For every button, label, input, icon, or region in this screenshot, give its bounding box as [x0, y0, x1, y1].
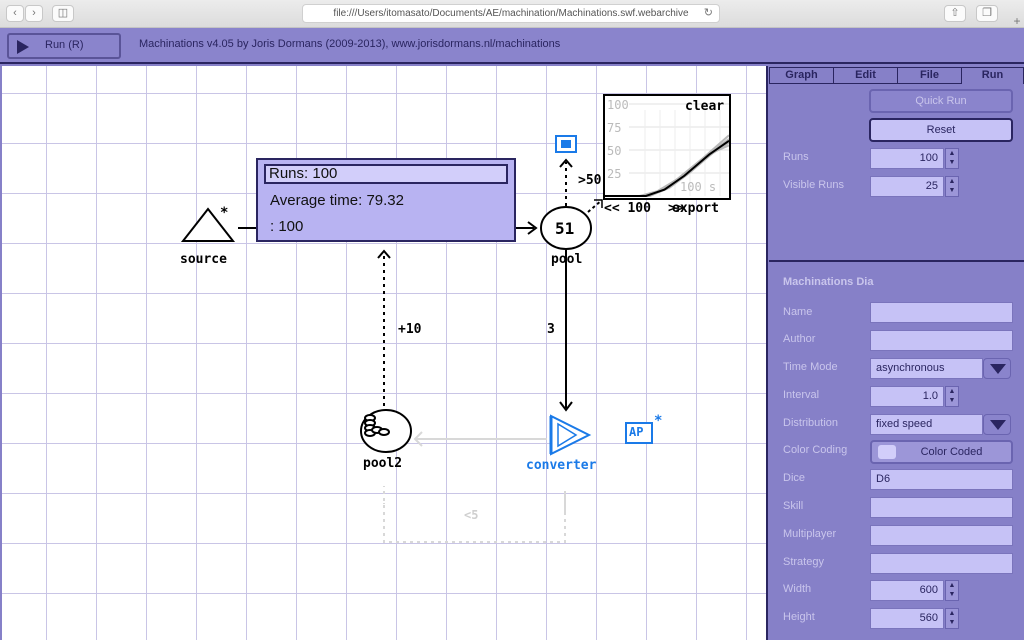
author-input[interactable]	[870, 330, 1013, 351]
tab-edit[interactable]: Edit	[833, 67, 898, 84]
height-input[interactable]: 560	[870, 608, 944, 629]
chart-y-tick-label: 50	[607, 144, 622, 158]
run-button-label: Run (R)	[45, 39, 84, 51]
skill-label: Skill	[783, 500, 804, 512]
chart-prev-button[interactable]: << 100	[604, 201, 651, 216]
interval-stepper[interactable]: ▲ ▼	[945, 386, 959, 407]
visible-runs-input[interactable]: 25	[870, 176, 944, 197]
height-stepper[interactable]: ▲ ▼	[945, 608, 959, 629]
visible-runs-label: Visible Runs	[783, 179, 844, 191]
chart-link	[587, 199, 603, 213]
distribution-label: Distribution	[783, 417, 839, 429]
sidebar-icon: ◫	[57, 7, 69, 19]
popup-runs: Runs: 100	[264, 164, 508, 184]
distribution-select[interactable]: fixed speed	[870, 414, 983, 435]
chart-threshold-label: >50	[578, 173, 602, 188]
modifier-label[interactable]: +10	[398, 322, 421, 337]
back-button[interactable]: ‹	[6, 5, 24, 22]
time-mode-select[interactable]: asynchronous	[870, 358, 983, 379]
checkbox-icon	[878, 445, 896, 459]
pool-value: 51	[555, 219, 575, 238]
forward-button[interactable]: ›	[25, 5, 43, 22]
run-results-popup: Runs: 100 Average time: 79.32 : 100	[256, 158, 516, 242]
url-text: file:///Users/itomasato/Documents/AE/mac…	[333, 8, 689, 19]
skill-input[interactable]	[870, 497, 1013, 518]
panel-tabs: Graph Edit File Run	[769, 66, 1024, 84]
side-panel: Graph Edit File Run Quick Run Reset Runs…	[769, 66, 1024, 640]
converter-label[interactable]: converter	[526, 458, 596, 473]
color-coded-toggle[interactable]: Color Coded	[870, 440, 1013, 464]
reset-button[interactable]: Reset	[869, 118, 1013, 142]
sidebar-toggle-button[interactable]: ◫	[52, 5, 74, 22]
address-bar[interactable]: file:///Users/itomasato/Documents/AE/mac…	[302, 4, 720, 23]
name-input[interactable]	[870, 302, 1013, 323]
visible-runs-stepper[interactable]: ▲ ▼	[945, 176, 959, 197]
interval-label: Interval	[783, 389, 820, 401]
ap-star: *	[654, 413, 663, 429]
diagram-canvas[interactable]: * source 110% +10 51 pool 3 pool2 conver…	[2, 66, 768, 640]
popup-average: Average time: 79.32	[270, 192, 404, 209]
color-coded-label: Color Coded	[920, 446, 983, 458]
pool2-label[interactable]: pool2	[363, 456, 402, 471]
flow-rate-label[interactable]: 3	[547, 322, 555, 337]
name-label: Name	[783, 306, 813, 318]
run-button[interactable]: Run (R)	[7, 33, 121, 59]
height-label: Height	[783, 611, 815, 623]
converter-node	[549, 414, 592, 456]
multiplayer-label: Multiplayer	[783, 528, 837, 540]
share-icon: ⇧	[950, 7, 960, 19]
multiplayer-input[interactable]	[870, 525, 1013, 546]
diagram-section-title: Machinations Dia	[783, 276, 874, 288]
runs-input[interactable]: 100	[870, 148, 944, 169]
width-input[interactable]: 600	[870, 580, 944, 601]
chart-y-tick-label: 100	[607, 98, 629, 112]
chart-y-tick-label: 25	[607, 167, 622, 181]
tab-graph[interactable]: Graph	[769, 67, 834, 84]
dice-input[interactable]: D6	[870, 469, 1013, 490]
strategy-input[interactable]	[870, 553, 1013, 574]
chart-export-button[interactable]: export	[672, 201, 719, 216]
app-header: Run (R) Machinations v4.05 by Joris Dorm…	[0, 28, 1024, 64]
new-tab-button[interactable]: +	[1010, 14, 1024, 28]
chart-box[interactable]: clear 100 75 50 25 100 s	[603, 94, 731, 200]
share-button[interactable]: ⇧	[944, 5, 966, 22]
interval-input[interactable]: 1.0	[870, 386, 944, 407]
panel-divider	[769, 260, 1024, 262]
runs-stepper[interactable]: ▲ ▼	[945, 148, 959, 169]
pool-label[interactable]: pool	[551, 252, 582, 267]
time-mode-dropdown-icon[interactable]	[983, 358, 1011, 379]
tabs-overview-button[interactable]: ❐	[976, 5, 998, 22]
tab-run[interactable]: Run	[961, 67, 1024, 84]
tabs-icon: ❐	[982, 7, 992, 19]
machinations-app: Run (R) Machinations v4.05 by Joris Dorm…	[0, 28, 1024, 640]
dice-label: Dice	[783, 472, 806, 484]
reload-icon[interactable]: ↻	[704, 5, 713, 22]
browser-toolbar: ‹ › ◫ file:///Users/itomasato/Documents/…	[0, 0, 1024, 28]
time-mode-label: Time Mode	[783, 361, 838, 373]
popup-extra: : 100	[270, 218, 304, 235]
app-title: Machinations v4.05 by Joris Dormans (200…	[139, 38, 561, 50]
ghost-label: <5	[464, 508, 479, 522]
source-star: *	[220, 205, 229, 221]
play-icon	[17, 40, 29, 54]
chart-y-tick-label: 75	[607, 121, 622, 135]
runs-label: Runs	[783, 151, 809, 163]
quick-run-button[interactable]: Quick Run	[869, 89, 1013, 113]
color-coding-label: Color Coding	[783, 444, 848, 456]
ap-label[interactable]: AP	[629, 425, 643, 439]
strategy-label: Strategy	[783, 556, 824, 568]
chart-x-label: 100 s	[680, 180, 717, 194]
width-label: Width	[783, 583, 812, 595]
distribution-dropdown-icon[interactable]	[983, 414, 1011, 435]
source-label[interactable]: source	[180, 252, 227, 267]
width-stepper[interactable]: ▲ ▼	[945, 580, 959, 601]
chart-clear-button[interactable]: clear	[685, 99, 724, 114]
tab-file[interactable]: File	[897, 67, 962, 84]
author-label: Author	[783, 333, 816, 345]
